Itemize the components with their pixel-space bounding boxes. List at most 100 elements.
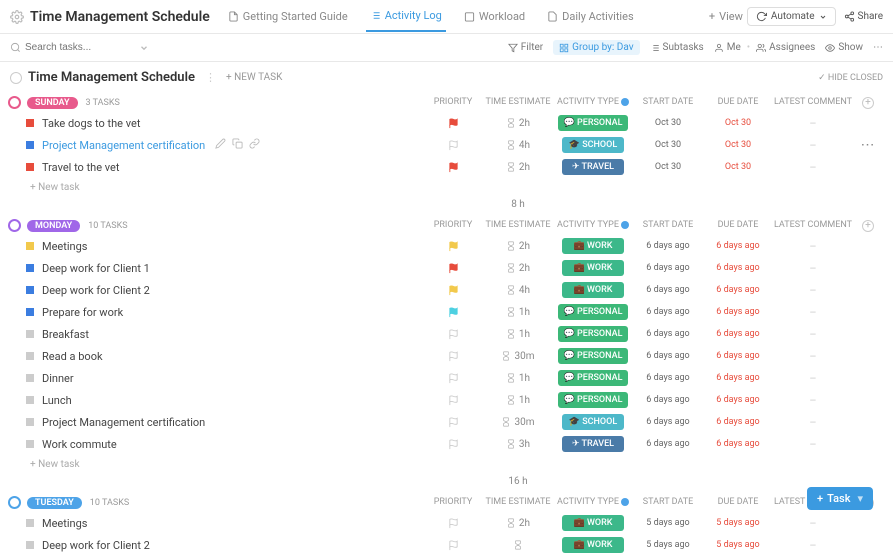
latest-comment[interactable]: – [773,262,853,275]
start-date[interactable]: 6 days ago [633,373,703,383]
latest-comment[interactable]: – [773,117,853,130]
group-toggle-icon[interactable] [8,219,21,232]
time-estimate[interactable]: 2h [483,118,553,129]
time-estimate[interactable]: 3h [483,439,553,450]
status-square[interactable] [26,519,34,527]
latest-comment[interactable]: – [773,284,853,297]
group-header-tuesday[interactable]: TUESDAY10 TASKSPRIORITYTIME ESTIMATEACTI… [0,493,893,512]
priority-flag[interactable] [423,162,483,173]
edit-icon[interactable] [215,138,226,149]
tab-activity-log[interactable]: Activity Log [366,9,446,32]
due-date[interactable]: 6 days ago [703,241,773,251]
activity-type[interactable]: 💼 WORK [553,515,633,531]
latest-comment[interactable]: – [773,416,853,429]
activity-type[interactable]: 🎓 SCHOOL [553,137,633,153]
task-row[interactable]: Travel to the vet2h✈ TRAVELOct 30Oct 30– [0,156,893,178]
priority-flag[interactable] [423,263,483,274]
task-name[interactable]: Deep work for Client 2 [42,539,423,552]
task-name[interactable]: Dinner [42,372,423,385]
due-date[interactable]: 6 days ago [703,263,773,273]
time-estimate[interactable]: 30m [483,417,553,428]
priority-flag[interactable] [423,351,483,362]
task-row[interactable]: Prepare for work1h💬 PERSONAL6 days ago6 … [0,301,893,323]
start-date[interactable]: Oct 30 [633,140,703,150]
task-row[interactable]: Work commute3h✈ TRAVEL6 days ago6 days a… [0,433,893,455]
start-date[interactable]: 6 days ago [633,439,703,449]
group-header-monday[interactable]: MONDAY10 TASKSPRIORITYTIME ESTIMATEACTIV… [0,216,893,235]
group-toggle-icon[interactable] [8,96,21,109]
time-estimate[interactable]: 2h [483,162,553,173]
status-square[interactable] [26,119,34,127]
task-row[interactable]: Deep work for Client 12h💼 WORK6 days ago… [0,257,893,279]
new-task-row-button[interactable]: + New task [0,455,893,474]
activity-type[interactable]: 💬 PERSONAL [553,348,633,364]
time-estimate[interactable]: 30m [483,351,553,362]
start-date[interactable]: 6 days ago [633,351,703,361]
activity-type[interactable]: 💼 WORK [553,238,633,254]
activity-type[interactable]: 💬 PERSONAL [553,370,633,386]
task-name[interactable]: Project Management certification [42,416,423,429]
activity-type[interactable]: 💼 WORK [553,282,633,298]
copy-icon[interactable] [232,138,243,149]
activity-type[interactable]: 💬 PERSONAL [553,326,633,342]
start-date[interactable]: Oct 30 [633,118,703,128]
status-square[interactable] [26,308,34,316]
latest-comment[interactable]: – [773,438,853,451]
task-name[interactable]: Travel to the vet [42,161,423,174]
priority-flag[interactable] [423,439,483,450]
activity-type[interactable]: ✈ TRAVEL [553,436,633,452]
task-name[interactable]: Deep work for Client 2 [42,284,423,297]
task-name[interactable]: Deep work for Client 1 [42,262,423,275]
collapse-dots-icon[interactable]: ⋮ [205,71,216,84]
activity-type[interactable]: 💬 PERSONAL [553,392,633,408]
time-estimate[interactable]: 4h [483,285,553,296]
latest-comment[interactable]: – [773,139,853,152]
priority-flag[interactable] [423,118,483,129]
task-row[interactable]: Project Management certification4h🎓 SCHO… [0,134,893,156]
latest-comment[interactable]: – [773,161,853,174]
activity-type[interactable]: 💬 PERSONAL [553,115,633,131]
time-estimate[interactable] [483,540,553,550]
search-input[interactable] [25,42,105,53]
due-date[interactable]: 5 days ago [703,540,773,550]
task-row[interactable]: Deep work for Client 24h💼 WORK6 days ago… [0,279,893,301]
row-more-button[interactable]: ⋯ [861,137,876,153]
due-date[interactable]: 5 days ago [703,518,773,528]
task-name[interactable]: Take dogs to the vet [42,117,423,130]
priority-flag[interactable] [423,329,483,340]
start-date[interactable]: 6 days ago [633,417,703,427]
priority-flag[interactable] [423,373,483,384]
priority-flag[interactable] [423,395,483,406]
tab-workload[interactable]: Workload [460,9,529,32]
automate-button[interactable]: Automate [747,7,836,26]
status-square[interactable] [26,264,34,272]
link-icon[interactable] [249,138,260,149]
show-button[interactable]: Show [825,42,863,53]
due-date[interactable]: 6 days ago [703,373,773,383]
latest-comment[interactable]: – [773,394,853,407]
start-date[interactable]: 6 days ago [633,263,703,273]
start-date[interactable]: 6 days ago [633,285,703,295]
task-name[interactable]: Breakfast [42,328,423,341]
start-date[interactable]: 5 days ago [633,540,703,550]
status-square[interactable] [26,163,34,171]
status-square[interactable] [26,242,34,250]
chevron-down-icon[interactable] [139,43,149,53]
task-name[interactable]: Meetings [42,240,423,253]
latest-comment[interactable]: – [773,328,853,341]
due-date[interactable]: 6 days ago [703,285,773,295]
search[interactable] [10,42,508,53]
start-date[interactable]: Oct 30 [633,162,703,172]
due-date[interactable]: 6 days ago [703,395,773,405]
latest-comment[interactable]: – [773,539,853,552]
group-by-button[interactable]: Group by: Dav [553,40,639,55]
due-date[interactable]: 6 days ago [703,329,773,339]
share-button[interactable]: Share [844,11,883,22]
task-row[interactable]: Breakfast1h💬 PERSONAL6 days ago6 days ag… [0,323,893,345]
status-square[interactable] [26,541,34,549]
hide-closed-button[interactable]: ✓ HIDE CLOSED [818,73,883,83]
add-column-button[interactable]: + [862,220,874,232]
status-square[interactable] [26,330,34,338]
filter-button[interactable]: Filter [508,42,543,53]
task-row[interactable]: Meetings2h💼 WORK6 days ago6 days ago– [0,235,893,257]
